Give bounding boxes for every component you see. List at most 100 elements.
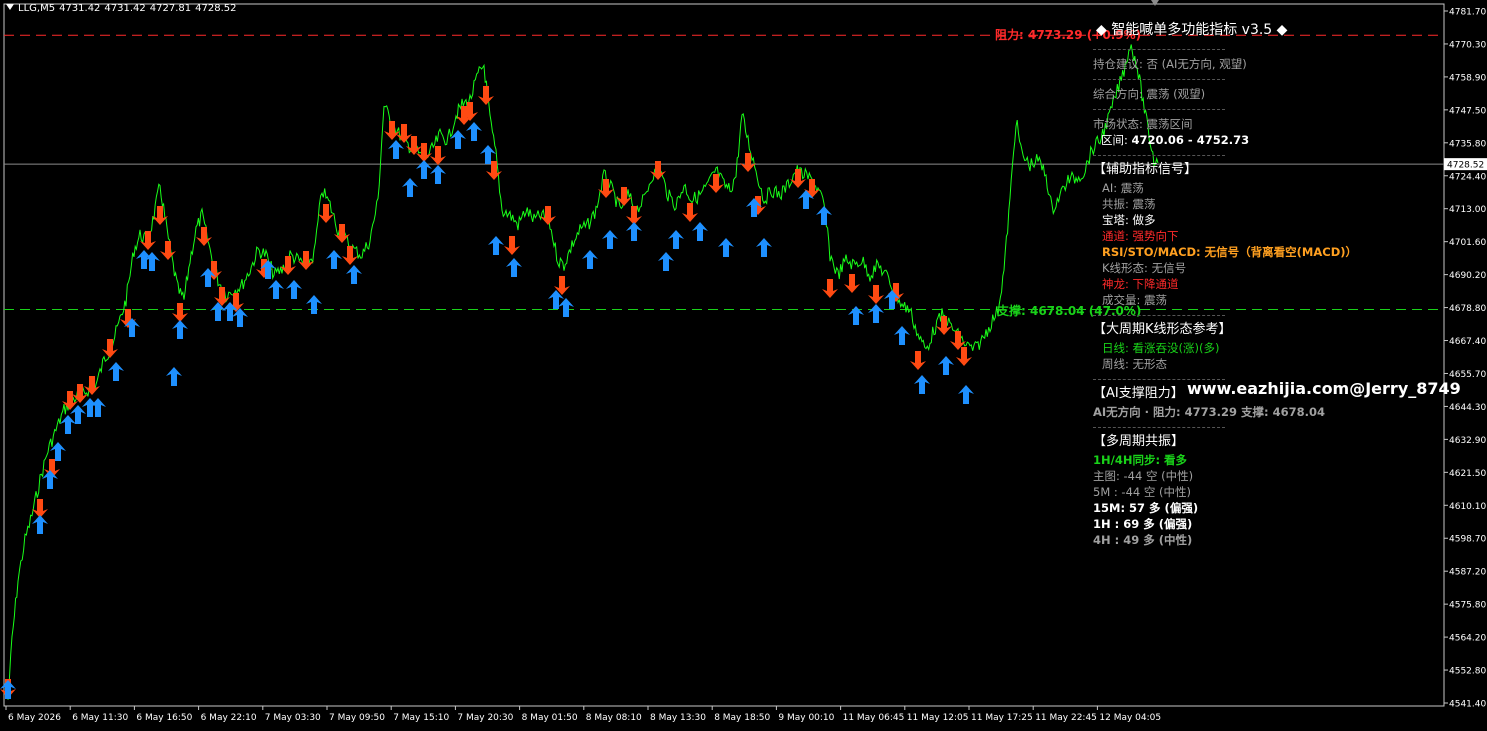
time-label: 7 May 15:10 [393,713,449,723]
m5-row: 5M : -44 空 (中性) [1093,485,1191,499]
buy-signal [756,238,772,257]
time-label: 8 May 01:50 [522,713,578,723]
price-label: 4781.70 [1449,8,1486,18]
time-label: 8 May 18:50 [714,713,770,723]
ai-sr-values: AI无方向 · 阻力: 4773.29 支撑: 4678.04 [1093,405,1326,419]
time-label: 11 May 17:25 [971,713,1033,723]
buy-arrow-icon [210,302,226,321]
range-row: 区间: 4720.06 - 4752.73 [1101,133,1250,147]
sell-arrow-icon [540,206,556,225]
buy-signal [172,320,188,339]
buy-signal [914,375,930,394]
buy-arrow-icon [32,515,48,534]
dropdown-triangle-icon[interactable] [6,4,14,10]
buy-arrow-icon [626,222,642,241]
price-line [7,44,1159,700]
indicator-panel: ◆ 智能喊单多功能指标 v3.5 ◆ 持仓建议: 否 (AI无方向, 观望) 综… [1093,22,1483,548]
sell-arrow-icon [196,227,212,246]
time-label: 11 May 06:45 [843,713,905,723]
buy-signal [668,230,684,249]
buy-arrow-icon [868,304,884,323]
buy-arrow-icon [558,298,574,317]
time-label: 7 May 20:30 [457,713,513,723]
divider [1093,155,1225,156]
divider [1093,49,1225,50]
aux-tower: 宝塔: 做多 [1102,213,1156,227]
buy-arrow-icon [848,306,864,325]
h4-row: 4H : 49 多 (中性) [1093,533,1193,547]
sync-row: 1H/4H同步: 看多 [1093,453,1188,467]
aux-header: 【辅助指标信号】 [1093,162,1198,177]
price-label: 4541.40 [1449,700,1486,710]
price-label: 4587.20 [1449,568,1486,578]
sell-signal [822,279,838,298]
buy-signal [326,250,342,269]
buy-signal [816,206,832,225]
aux-dragon: 神龙: 下降通道 [1102,277,1179,291]
sell-arrow-icon [868,285,884,304]
buy-arrow-icon [488,236,504,255]
sell-signal [140,231,156,250]
aux-rsi: RSI/STO/MACD: 无信号（背离看空(MACD)） [1102,245,1357,259]
buy-arrow-icon [602,230,618,249]
sell-signal [396,124,412,143]
buy-signal [938,356,954,375]
buy-arrow-icon [938,356,954,375]
sell-signal [318,204,334,223]
buy-signal [466,122,482,141]
sell-signal [682,203,698,222]
buy-arrow-icon [346,265,362,284]
buy-arrow-icon [658,252,674,271]
buy-arrow-icon [718,238,734,257]
divider [1093,79,1225,80]
time-label: 7 May 03:30 [265,713,321,723]
sell-arrow-icon [910,351,926,370]
divider [1093,109,1225,110]
buy-arrow-icon [232,308,248,327]
buy-signal [268,280,284,299]
sell-arrow-icon [396,124,412,143]
buy-arrow-icon [692,222,708,241]
sell-signal [160,241,176,260]
time-label: 6 May 11:30 [72,713,128,723]
buy-arrow-icon [166,367,182,386]
buy-signal [718,238,734,257]
daily-pattern: 日线: 看涨吞没(涨)(多) [1102,341,1220,355]
sell-arrow-icon [318,204,334,223]
time-label: 12 May 04:05 [1099,713,1161,723]
buy-arrow-icon [60,415,76,434]
buy-signal [658,252,674,271]
sell-arrow-icon [478,86,494,105]
sell-arrow-icon [682,203,698,222]
buy-signal [0,680,16,699]
buy-signal [388,140,404,159]
buy-arrow-icon [286,280,302,299]
market-state: 市场状态: 震荡区间 [1093,117,1193,131]
buy-arrow-icon [388,140,404,159]
chart-header: LLG,M5 4731.42 4731.42 4727.81 4728.52 [6,3,241,14]
time-label: 7 May 09:50 [329,713,385,723]
sell-signal [540,206,556,225]
time-label: 9 May 00:10 [778,713,834,723]
buy-signal [286,280,302,299]
buy-signal [60,415,76,434]
buy-arrow-icon [268,280,284,299]
price-label: 4575.80 [1449,601,1486,611]
buy-signal [108,362,124,381]
buy-signal [416,160,432,179]
buy-signal [402,178,418,197]
close-value: 4728.52 [195,3,237,14]
low-value: 4727.81 [149,3,192,14]
sell-signal [342,246,358,265]
panel-title: ◆ 智能喊单多功能指标 v3.5 ◆ [1096,22,1288,38]
buy-arrow-icon [914,375,930,394]
time-label: 6 May 2026 [8,713,61,723]
sell-arrow-icon [140,231,156,250]
buy-signal [210,302,226,321]
buy-arrow-icon [108,362,124,381]
buy-arrow-icon [402,178,418,197]
m15-row: 15M: 57 多 (偏强) [1093,501,1199,515]
buy-arrow-icon [958,385,974,404]
time-label: 11 May 22:45 [1035,713,1097,723]
divider [1093,427,1225,428]
